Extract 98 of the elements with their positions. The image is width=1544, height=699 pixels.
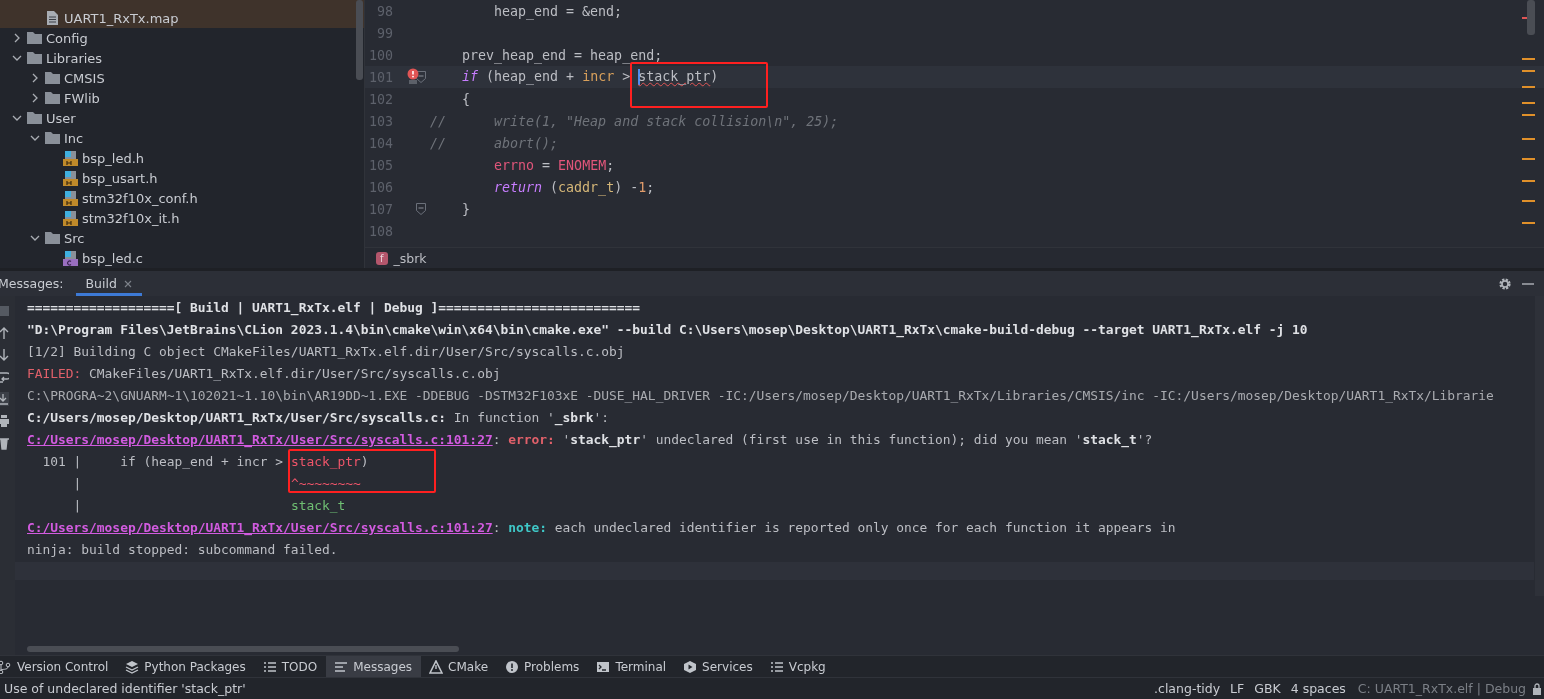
line-number: 107 bbox=[367, 201, 393, 217]
line-number: 98 bbox=[376, 3, 393, 19]
output-line: 101 | if (heap_end + incr > stack_ptr) bbox=[27, 451, 369, 473]
code-line: { bbox=[461, 91, 471, 107]
folder-icon bbox=[44, 70, 61, 86]
tree-item[interactable]: bsp_led.h bbox=[0, 148, 364, 168]
tree-item[interactable]: UART1_RxTx.map bbox=[0, 0, 364, 28]
down-arrow-icon[interactable] bbox=[0, 348, 9, 362]
breadcrumb-item[interactable]: _sbrk bbox=[393, 250, 427, 266]
tree-item[interactable]: FWlib bbox=[0, 88, 364, 108]
line-number: 99 bbox=[376, 25, 393, 41]
function-icon: f bbox=[376, 251, 388, 265]
minimize-icon bbox=[1522, 282, 1534, 285]
code-line: return (caddr_t) -1; bbox=[493, 179, 655, 195]
tool-window-button[interactable]: Python Packages bbox=[117, 656, 255, 677]
folder-icon bbox=[26, 30, 43, 46]
terminal-icon bbox=[596, 659, 611, 674]
warning-icon bbox=[429, 659, 444, 674]
output-line: "D:\Program Files\JetBrains\CLion 2023.1.4\bin\cmake\win\x64\bin\cmake.exe" --build C:\Users\mosep\Desktop\UART1_RxTx\cmake-build-debug --target UART1_RxTx.elf -j 10 bbox=[27, 321, 1308, 340]
output-line: FAILED: CMakeFiles/UART1_RxTx.elf.dir/User/Src/syscalls.c.obj bbox=[27, 365, 501, 383]
header-file-icon bbox=[62, 150, 79, 166]
tool-window-button[interactable]: Terminal bbox=[588, 656, 676, 677]
line-number: 100 bbox=[367, 47, 393, 63]
status-message: Use of undeclared identifier 'stack_ptr' bbox=[4, 681, 246, 696]
tree-item[interactable]: Src bbox=[0, 228, 364, 248]
output-line: | stack_t bbox=[72, 497, 346, 515]
output-line: C:/Users/mosep/Desktop/UART1_RxTx/User/Src/syscalls.c:101:27: note: each undeclared identifier is reported only once for each function it appears in bbox=[27, 519, 1176, 538]
tree-item[interactable]: stm32f10x_it.h bbox=[0, 208, 364, 228]
wrap-icon[interactable] bbox=[0, 370, 9, 384]
header-file-icon bbox=[62, 210, 79, 226]
tool-window-button[interactable]: Services bbox=[675, 656, 762, 677]
tool-window-button[interactable]: Version Control bbox=[0, 656, 118, 677]
output-line: ===================[ Build | UART1_RxTx.elf | Debug ]========================== bbox=[27, 299, 641, 318]
layers-icon bbox=[125, 659, 140, 674]
output-line: | ^~~~~~~~~ bbox=[72, 475, 361, 493]
tree-item[interactable]: stm32f10x_conf.h bbox=[0, 188, 364, 208]
tree-item[interactable]: Config bbox=[0, 28, 364, 48]
tree-item[interactable]: User bbox=[0, 108, 364, 128]
output-line: C:/Users/mosep/Desktop/UART1_RxTx/User/Src/syscalls.c:101:27: error: 'stack_ptr' undeclared (first use in this function); did you mean 'stack_t'? bbox=[27, 431, 1153, 450]
output-line: ninja: build stopped: subcommand failed. bbox=[27, 541, 338, 559]
line-number: 106 bbox=[367, 179, 393, 195]
status-item[interactable]: C: UART1_RxTx.elf | Debug bbox=[1357, 681, 1526, 696]
line-number: 102 bbox=[367, 91, 393, 107]
list-icon bbox=[262, 659, 277, 674]
folder-icon bbox=[44, 90, 61, 106]
close-icon bbox=[123, 279, 132, 288]
code-line: } bbox=[461, 201, 471, 217]
scrollbar[interactable] bbox=[1527, 0, 1535, 35]
code-line: errno = ENOMEM; bbox=[493, 157, 615, 173]
output-line: [1/2] Building C object CMakeFiles/UART1_RxTx.elf.dir/User/Src/syscalls.c.obj bbox=[27, 343, 625, 361]
tool-window-button[interactable]: Messages bbox=[326, 656, 422, 677]
status-item[interactable]: .clang-tidy bbox=[1154, 681, 1221, 696]
folder-icon bbox=[44, 130, 61, 146]
line-number: 105 bbox=[367, 157, 393, 173]
folder-icon bbox=[26, 110, 43, 126]
tree-item[interactable]: Libraries bbox=[0, 48, 364, 68]
panel-title: Messages: bbox=[0, 276, 64, 291]
up-arrow-icon[interactable] bbox=[0, 326, 9, 340]
header-file-icon bbox=[62, 170, 79, 186]
tool-window-button[interactable]: Problems bbox=[497, 656, 589, 677]
status-item[interactable]: LF bbox=[1230, 681, 1245, 696]
output-line: C:\PROGRA~2\GNUARM~1\102021~1.10\bin\AR19DD~1.EXE -DDEBUG -DSTM32F103xE -DUSE_HAL_DRIVER -IC:/Users/mosep/Desktop/UART1_RxTx/Libraries/CMSIS/inc -IC:/Users/mosep/Desktop/UART1_RxTx/Librarie bbox=[27, 387, 1494, 405]
code-line: prev_heap_end = heap_end; bbox=[461, 47, 663, 63]
code-line: heap_end = &end; bbox=[493, 3, 623, 19]
file-link[interactable]: C:/Users/mosep/Desktop/UART1_RxTx/User/Src/syscalls.c:101:27 bbox=[27, 520, 493, 535]
download-icon[interactable] bbox=[0, 392, 9, 406]
lines-icon bbox=[334, 659, 349, 674]
tool-window-button[interactable]: TODO bbox=[254, 656, 327, 677]
header-file-icon bbox=[62, 190, 79, 206]
output-line: C:/Users/mosep/Desktop/UART1_RxTx/User/Src/syscalls.c: In function '_sbrk': bbox=[27, 409, 610, 428]
document-icon bbox=[44, 10, 61, 26]
list-icon bbox=[769, 659, 784, 674]
source-file-icon bbox=[62, 250, 79, 266]
scrollbar[interactable] bbox=[27, 646, 459, 652]
alert-icon bbox=[505, 659, 520, 674]
status-item[interactable]: GBK bbox=[1254, 681, 1281, 696]
tree-item[interactable]: CMSIS bbox=[0, 68, 364, 88]
lock-icon bbox=[1532, 682, 1542, 695]
tool-window-button[interactable]: Vcpkg bbox=[761, 656, 835, 677]
folder-icon bbox=[44, 230, 61, 246]
code-line: // write(1, "Heap and stack collision\n", 25); bbox=[430, 113, 839, 129]
play-icon bbox=[683, 659, 698, 674]
settings-icon bbox=[1498, 276, 1512, 291]
tool-window-button[interactable]: CMake bbox=[421, 656, 498, 677]
tree-item[interactable]: bsp_usart.h bbox=[0, 168, 364, 188]
line-number: 103 bbox=[367, 113, 393, 129]
file-link[interactable]: C:/Users/mosep/Desktop/UART1_RxTx/User/Src/syscalls.c:101:27 bbox=[27, 432, 493, 447]
code-line: // abort(); bbox=[430, 135, 559, 151]
tree-item[interactable]: Inc bbox=[0, 128, 364, 148]
print-icon[interactable] bbox=[0, 414, 9, 428]
tree-item[interactable]: bsp_led.c bbox=[0, 248, 364, 268]
line-number: 108 bbox=[367, 223, 393, 239]
trash-icon[interactable] bbox=[0, 436, 9, 450]
folder-icon bbox=[26, 50, 43, 66]
scrollbar[interactable] bbox=[356, 0, 363, 80]
branch-icon bbox=[0, 659, 12, 674]
line-number: 104 bbox=[367, 135, 393, 151]
status-item[interactable]: 4 spaces bbox=[1290, 681, 1346, 696]
